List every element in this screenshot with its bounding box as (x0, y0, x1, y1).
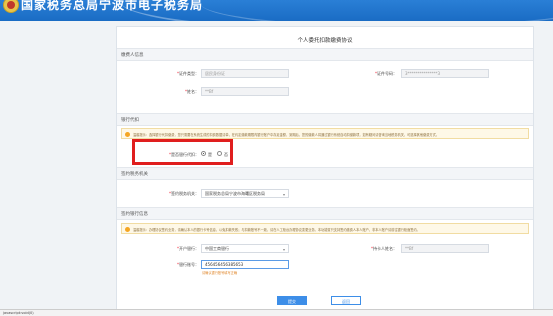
submit-button[interactable]: 提交 (277, 296, 307, 305)
form-panel: 个人委托扣款缴费协议 缴费人信息 *证件类型： 居民身份证 *证件号码： 3**… (116, 26, 534, 311)
highlight-box (132, 139, 233, 165)
account-label: *银行账号： (177, 262, 199, 267)
account-input[interactable]: 456456456385653 (201, 260, 289, 269)
account-hint: 请确认银行账号填写正确 (202, 271, 238, 275)
holder-label: *持卡人姓名： (371, 246, 397, 251)
notice-bank-agent: 温馨提示：选择银行代扣缴费，您只需要在系统生成的扣费数据清单，在约定缴款期限内银… (121, 128, 529, 139)
section-bank-info: 签约银行信息 (117, 207, 533, 220)
page-title: 个人委托扣款缴费协议 (297, 38, 353, 44)
section-tax-office: 签约税务机关 (117, 167, 533, 180)
chevron-down-icon: ▾ (282, 192, 285, 197)
site-header: 国家税务总局宁波市电子税务局 (0, 0, 553, 21)
name-label: *姓名： (185, 89, 199, 94)
id-number-field[interactable]: 3***************3 (401, 69, 489, 78)
site-title: 国家税务总局宁波市电子税务局 (21, 0, 204, 12)
id-type-field[interactable]: 居民身份证 (201, 69, 289, 78)
tax-office-select[interactable]: 国家税务总局宁波市海曙区税务局 ▾ (201, 189, 289, 198)
header-decoration (200, 0, 553, 21)
tax-office-label: *签约税务机关： (169, 191, 199, 196)
bank-label: *开户银行： (177, 246, 199, 251)
id-type-label: *证件类型： (177, 71, 199, 76)
section-bank-agent: 银行代扣 (117, 113, 533, 126)
holder-field[interactable]: **Bf (401, 244, 489, 253)
chevron-down-icon: ▾ (282, 247, 285, 252)
name-field[interactable]: **Bf (201, 87, 289, 96)
bank-select[interactable]: 中国工商银行 ▾ (201, 244, 289, 253)
warning-icon (125, 226, 130, 232)
id-number-label: *证件号码： (375, 71, 397, 76)
notice-bank-info: 温馨提示：办理协议签约业务，请确认本人的银行卡号信息，以免扣款失败；与扣款账号不… (121, 223, 529, 234)
warning-icon (125, 131, 130, 137)
back-button[interactable]: 返回 (331, 296, 361, 305)
tax-emblem-icon (3, 0, 19, 13)
section-taxpayer: 缴费人信息 (117, 48, 533, 61)
